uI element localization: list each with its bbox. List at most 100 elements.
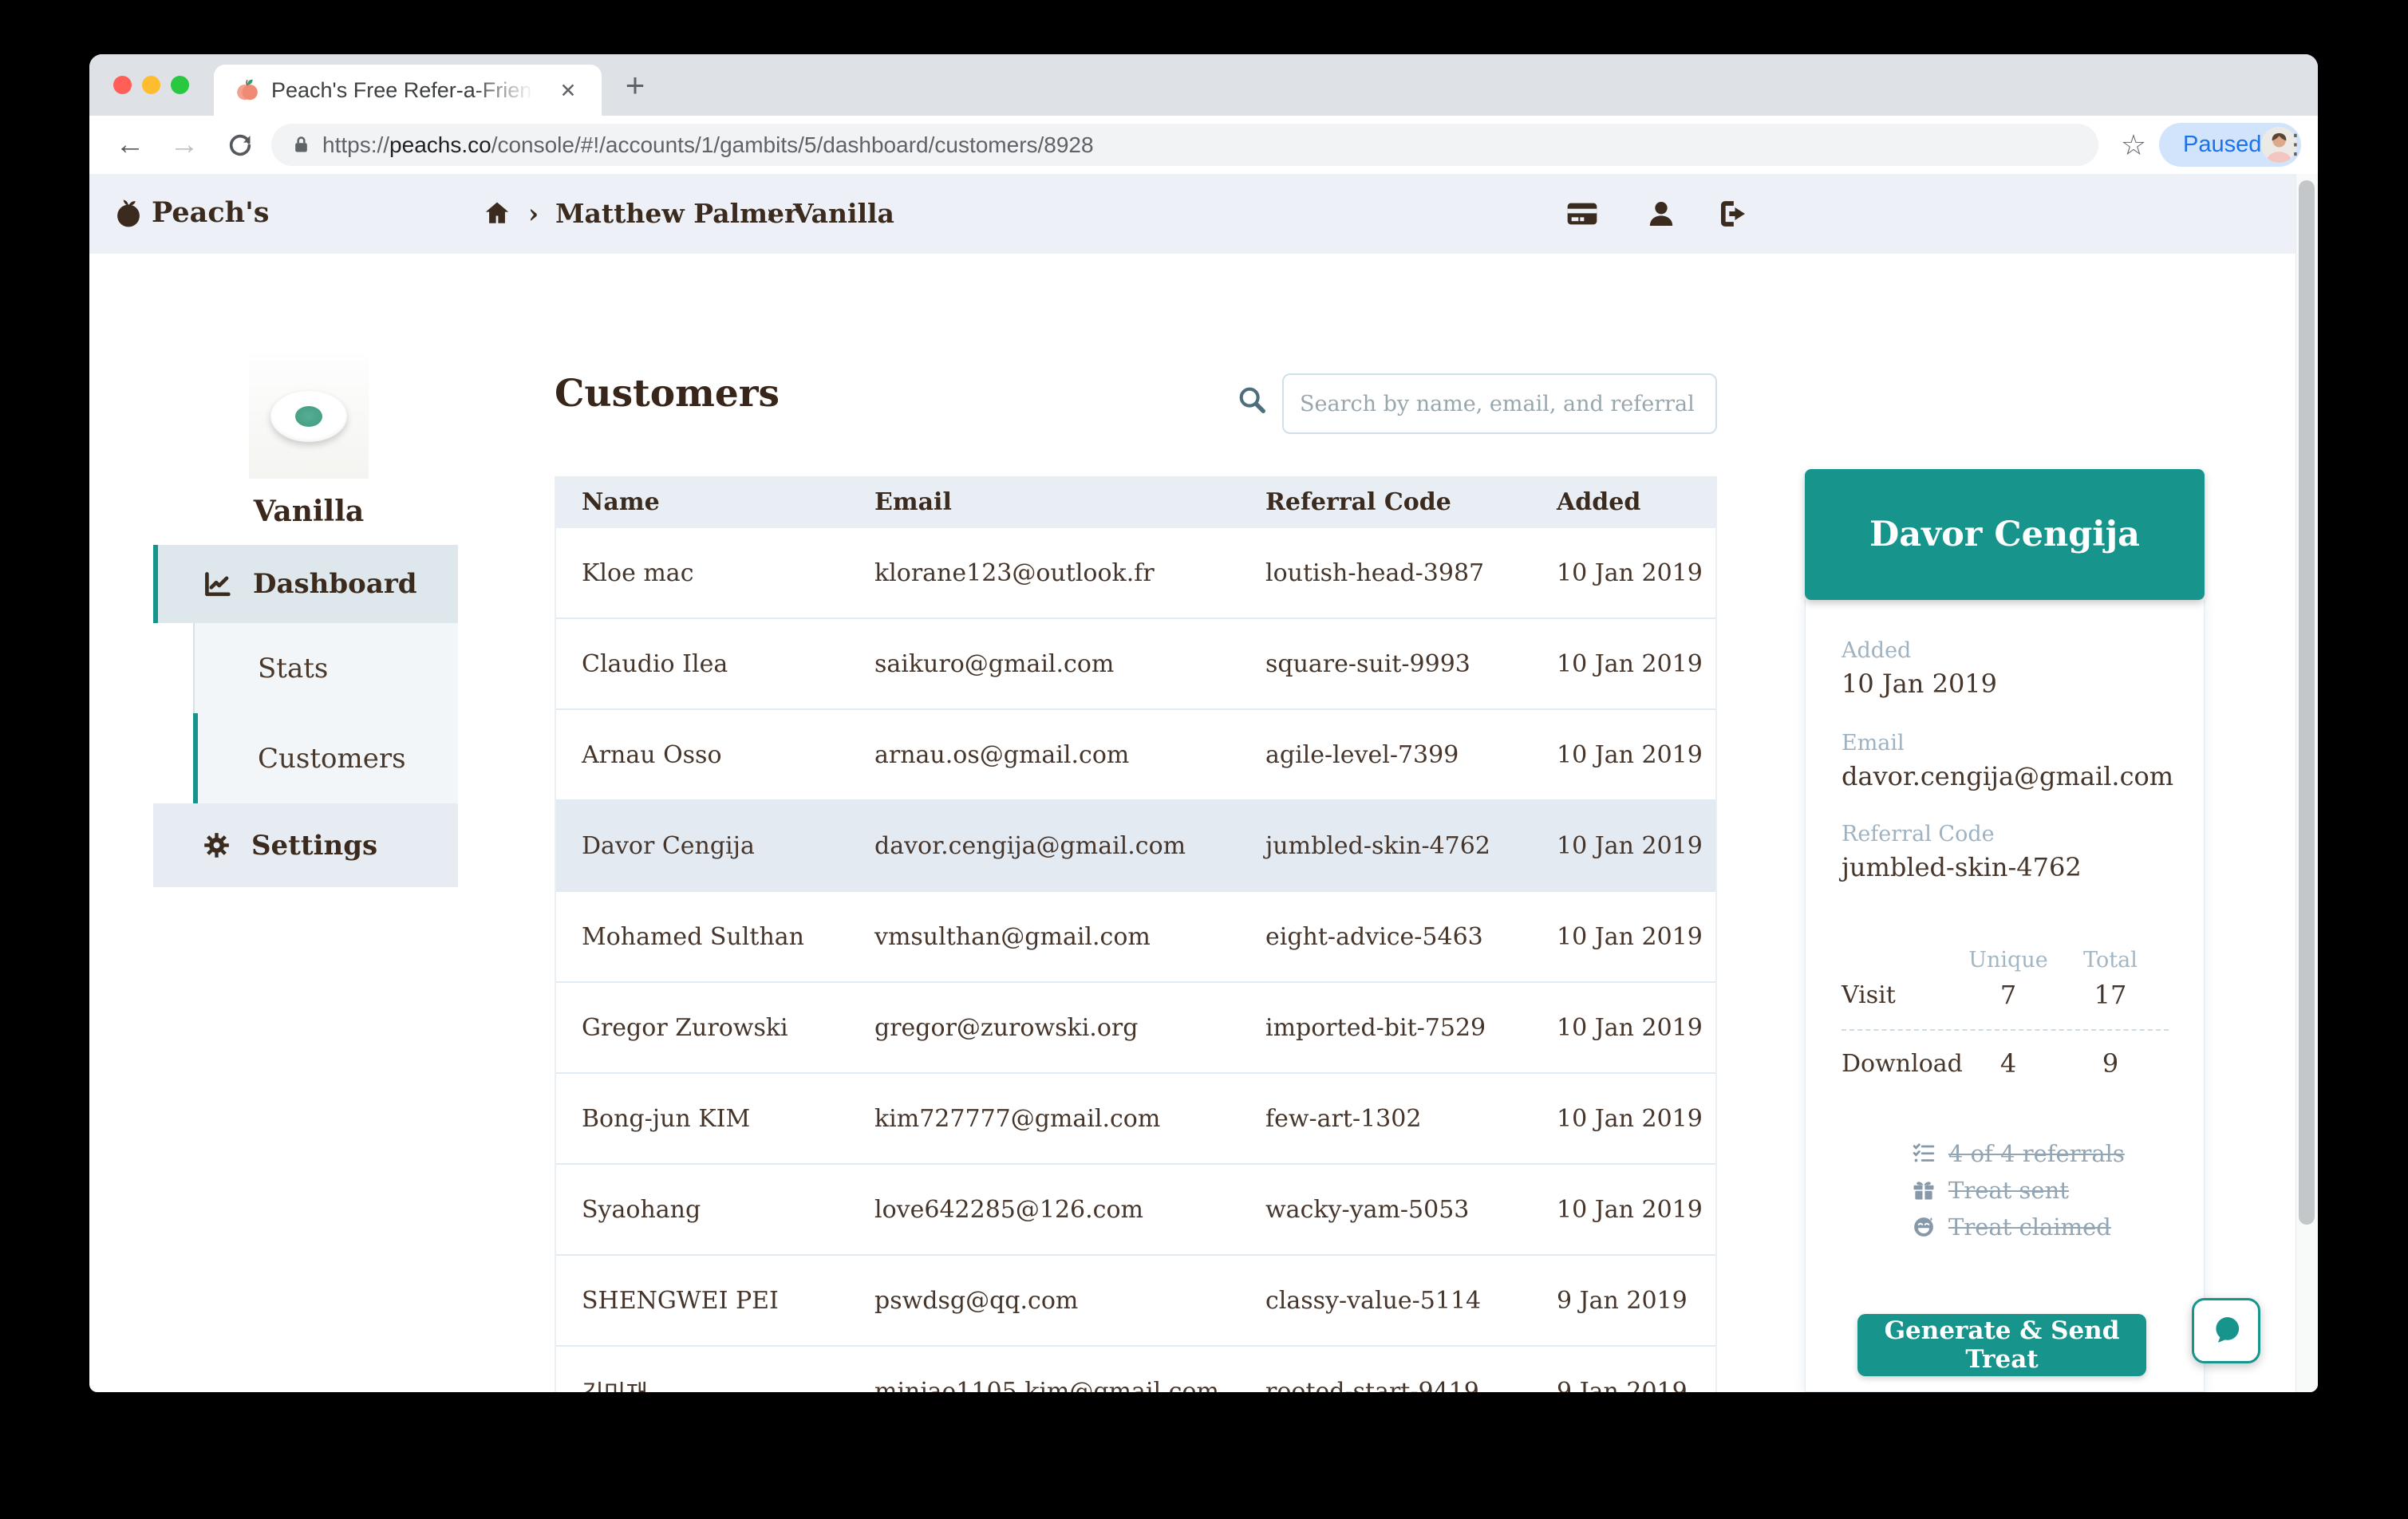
account-user-icon[interactable] xyxy=(1645,198,1677,230)
sign-out-icon[interactable] xyxy=(1717,198,1749,230)
cell-added: 9 Jan 2019 xyxy=(1531,1378,1715,1393)
sidebar-item-customers[interactable]: Customers xyxy=(193,713,458,803)
column-header-added[interactable]: Added xyxy=(1531,476,1715,528)
billing-card-icon[interactable] xyxy=(1566,198,1598,230)
column-header-name[interactable]: Name xyxy=(556,476,849,528)
home-icon[interactable] xyxy=(484,199,511,227)
breadcrumb-account[interactable]: Matthew Palmer xyxy=(555,198,798,229)
table-row[interactable]: Kloe mac klorane123@outlook.fr loutish-h… xyxy=(556,528,1715,619)
product-image xyxy=(249,353,369,479)
sidebar-item-label: Dashboard xyxy=(253,568,417,600)
checklist-item-treat-sent: Treat sent xyxy=(1912,1174,2069,1206)
cell-email: klorane123@outlook.fr xyxy=(849,559,1240,587)
minimize-window-button[interactable] xyxy=(142,76,160,94)
product-name: Vanilla xyxy=(217,495,401,528)
table-row[interactable]: Claudio Ilea saikuro@gmail.com square-su… xyxy=(556,619,1715,710)
stat-download-unique: 4 xyxy=(1960,1048,2056,1079)
cell-referral-code: eight-advice-5463 xyxy=(1240,923,1531,951)
stats-column-total: Total xyxy=(2063,948,2158,973)
paused-label: Paused xyxy=(2183,123,2261,167)
sidebar-item-stats[interactable]: Stats xyxy=(193,623,458,713)
peach-favicon-icon xyxy=(235,77,260,103)
cell-email: davor.cengija@gmail.com xyxy=(849,832,1240,860)
cell-name: Mohamed Sulthan xyxy=(556,923,849,951)
cell-name: Bong-jun KIM xyxy=(556,1105,849,1133)
lock-icon xyxy=(290,134,312,156)
forward-button[interactable]: → xyxy=(166,126,203,163)
table-row[interactable]: Bong-jun KIM kim727777@gmail.com few-art… xyxy=(556,1074,1715,1165)
table-row[interactable]: Gregor Zurowski gregor@zurowski.org impo… xyxy=(556,983,1715,1074)
close-window-button[interactable] xyxy=(113,76,132,94)
chart-line-icon xyxy=(203,570,232,599)
cell-referral-code: classy-value-5114 xyxy=(1240,1287,1531,1315)
bookmark-star-icon[interactable]: ☆ xyxy=(2116,128,2151,163)
cell-email: minjae1105.kim@gmail.com xyxy=(849,1378,1240,1393)
smiley-icon xyxy=(1912,1215,1936,1239)
checklist-label: Treat claimed xyxy=(1948,1213,2111,1241)
checklist-icon xyxy=(1912,1142,1936,1166)
cookie-graphic xyxy=(270,391,347,442)
search-icon xyxy=(1237,385,1267,415)
peach-logo-icon[interactable] xyxy=(113,198,144,228)
cell-name: Claudio Ilea xyxy=(556,650,849,678)
browser-tab[interactable]: Peach's Free Refer-a-Friend S ✕ xyxy=(214,65,602,116)
reload-button[interactable] xyxy=(222,126,259,163)
breadcrumb-separator: › xyxy=(528,198,539,229)
new-tab-button[interactable]: + xyxy=(618,69,653,104)
cell-name: Davor Cengija xyxy=(556,832,849,860)
breadcrumb-product[interactable]: Vanilla xyxy=(793,198,894,229)
table-row[interactable]: SHENGWEI PEI pswdsg@qq.com classy-value-… xyxy=(556,1256,1715,1347)
close-tab-icon[interactable]: ✕ xyxy=(555,78,581,104)
cell-referral-code: rooted-start-9419 xyxy=(1240,1378,1531,1393)
column-header-referral-code[interactable]: Referral Code xyxy=(1240,476,1531,528)
chat-bubble-icon xyxy=(2209,1314,2243,1347)
table-row[interactable]: Syaohang love642285@126.com wacky-yam-50… xyxy=(556,1165,1715,1256)
reload-icon xyxy=(227,132,254,159)
field-label-referral-code: Referral Code xyxy=(1842,822,1995,846)
generate-send-treat-button[interactable]: Generate & Send Treat xyxy=(1857,1314,2146,1376)
cell-email: vmsulthan@gmail.com xyxy=(849,923,1240,951)
customers-table: Name Email Referral Code Added Kloe mac … xyxy=(555,476,1717,1392)
cell-referral-code: wacky-yam-5053 xyxy=(1240,1196,1531,1224)
back-button[interactable]: ← xyxy=(112,126,148,163)
gift-icon xyxy=(1912,1178,1936,1202)
cell-added: 10 Jan 2019 xyxy=(1531,559,1715,587)
table-header-row: Name Email Referral Code Added xyxy=(556,476,1715,528)
sidebar-item-settings[interactable]: Settings xyxy=(153,803,458,887)
field-label-added: Added xyxy=(1842,638,1911,663)
url-host: peachs.co xyxy=(389,132,491,157)
table-row[interactable]: Davor Cengija davor.cengija@gmail.com ju… xyxy=(556,801,1715,892)
app-top-bar xyxy=(89,174,2318,254)
url-text: https://peachs.co/console/#!/accounts/1/… xyxy=(322,124,1094,166)
cell-added: 10 Jan 2019 xyxy=(1531,1014,1715,1042)
checklist-label: Treat sent xyxy=(1948,1177,2069,1204)
table-row[interactable]: Mohamed Sulthan vmsulthan@gmail.com eigh… xyxy=(556,892,1715,983)
stats-column-unique: Unique xyxy=(1960,948,2056,973)
sidebar-item-label: Customers xyxy=(258,743,406,775)
page-scrollbar-thumb[interactable] xyxy=(2299,180,2315,1225)
cell-referral-code: few-art-1302 xyxy=(1240,1105,1531,1133)
sidebar-item-dashboard[interactable]: Dashboard xyxy=(153,545,458,623)
chat-widget-button[interactable] xyxy=(2192,1298,2260,1363)
column-header-email[interactable]: Email xyxy=(849,476,1240,528)
cell-referral-code: loutish-head-3987 xyxy=(1240,559,1531,587)
checklist-item-treat-claimed: Treat claimed xyxy=(1912,1211,2111,1243)
cell-email: saikuro@gmail.com xyxy=(849,650,1240,678)
stat-row-download-label: Download xyxy=(1842,1050,1963,1078)
browser-menu-icon[interactable]: ⋮ xyxy=(2277,126,2314,163)
table-row[interactable]: Arnau Osso arnau.os@gmail.com agile-leve… xyxy=(556,710,1715,801)
sidebar-item-label: Settings xyxy=(251,830,377,862)
cell-name: Kloe mac xyxy=(556,559,849,587)
zoom-window-button[interactable] xyxy=(171,76,189,94)
table-row[interactable]: 김민재 minjae1105.kim@gmail.com rooted-star… xyxy=(556,1347,1715,1392)
screenshot-stage: Peach's Free Refer-a-Friend S ✕ + ← → ht… xyxy=(0,0,2408,1519)
field-value-referral-code: jumbled-skin-4762 xyxy=(1842,852,2082,882)
checklist-label: 4 of 4 referrals xyxy=(1948,1140,2125,1167)
field-label-email: Email xyxy=(1842,731,1905,756)
stat-download-total: 9 xyxy=(2063,1048,2158,1079)
search-input[interactable] xyxy=(1282,373,1717,434)
page-title: Customers xyxy=(555,372,780,416)
checklist-item-referrals: 4 of 4 referrals xyxy=(1912,1138,2125,1170)
cell-referral-code: square-suit-9993 xyxy=(1240,650,1531,678)
brand-name[interactable]: Peach's xyxy=(152,196,270,229)
